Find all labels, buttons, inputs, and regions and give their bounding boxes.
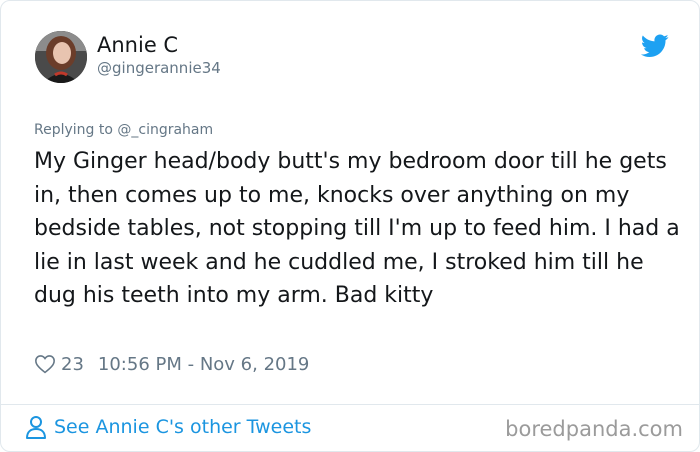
see-other-tweets-link[interactable]: See Annie C's other Tweets <box>25 415 311 439</box>
heart-icon[interactable] <box>34 353 56 375</box>
embedded-tweet-card: Annie C @gingerannie34 Replying to @_cin… <box>0 0 700 452</box>
watermark: boredpanda.com <box>505 417 683 441</box>
footer-divider <box>1 404 699 405</box>
tweet-timestamp[interactable]: 10:56 PM - Nov 6, 2019 <box>98 354 309 375</box>
author-display-name[interactable]: Annie C <box>97 33 178 57</box>
tweet-meta: 23 10:56 PM - Nov 6, 2019 <box>34 352 309 376</box>
person-icon <box>26 416 46 439</box>
like-count: 23 <box>61 353 84 375</box>
tweet-text: My Ginger head/body butt's my bedroom do… <box>34 149 680 308</box>
reply-context[interactable]: Replying to @_cingraham <box>34 122 213 138</box>
avatar[interactable] <box>35 31 87 83</box>
twitter-bird-icon[interactable] <box>640 34 669 58</box>
see-other-tweets-label: See Annie C's other Tweets <box>54 416 312 438</box>
author-handle[interactable]: @gingerannie34 <box>97 59 221 77</box>
